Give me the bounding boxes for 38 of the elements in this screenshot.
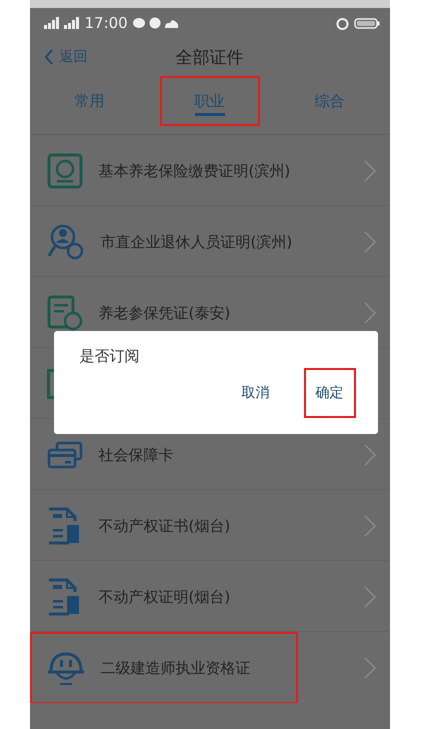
certificate-name: 养老参保凭证(泰安) [98, 304, 230, 322]
chevron-right-icon [364, 302, 376, 324]
certificate-row[interactable]: 市直企业退休人员证明(滨州) [30, 206, 390, 277]
certificate-row[interactable]: 不动产权证明(烟台) [30, 561, 390, 632]
pension-card-icon [46, 153, 82, 189]
certificate-name: 市直企业退休人员证明(滨州) [100, 232, 292, 252]
helmet-icon [46, 650, 84, 686]
person-search-icon [46, 223, 84, 261]
certificate-name: 不动产权证明(烟台) [98, 588, 230, 606]
back-chevron-icon [44, 49, 54, 65]
tab[interactable]: 常用 [40, 76, 140, 126]
dialog-button[interactable]: 取消 [230, 368, 282, 418]
signal-icon [44, 17, 80, 29]
certificate-name: 不动产权证书(烟台) [98, 516, 230, 536]
chevron-right-icon [364, 231, 376, 253]
dialog-button[interactable]: 确定 [304, 368, 356, 418]
chevron-right-icon [364, 444, 376, 466]
chevron-right-icon [364, 160, 376, 182]
form-icon [46, 295, 82, 331]
dialog-message: 是否订阅 [80, 347, 140, 366]
card-icon [46, 369, 54, 399]
chevron-right-icon [364, 586, 376, 608]
chevron-right-icon [364, 657, 376, 679]
status-time: 17:00 [84, 14, 128, 32]
certificate-row[interactable]: 基本养老保险缴费证明(滨州) [30, 135, 390, 206]
battery-icon [354, 18, 380, 28]
certificate-name: 社会保障卡 [98, 446, 174, 464]
notification-icons [132, 17, 179, 29]
alarm-icon [336, 16, 348, 30]
certificate-name: 基本养老保险缴费证明(滨州) [98, 162, 290, 180]
back-button[interactable]: 返回 [44, 48, 88, 66]
tab[interactable]: 职业 [160, 76, 260, 126]
chevron-right-icon [364, 515, 376, 537]
page-title: 全部证件 [176, 46, 244, 68]
certificate-name: 二级建造师执业资格证 [100, 658, 250, 678]
certificate-row[interactable]: 不动产权证书(烟台) [30, 490, 390, 561]
tab[interactable]: 综合 [280, 76, 380, 126]
cards-icon [46, 441, 82, 469]
